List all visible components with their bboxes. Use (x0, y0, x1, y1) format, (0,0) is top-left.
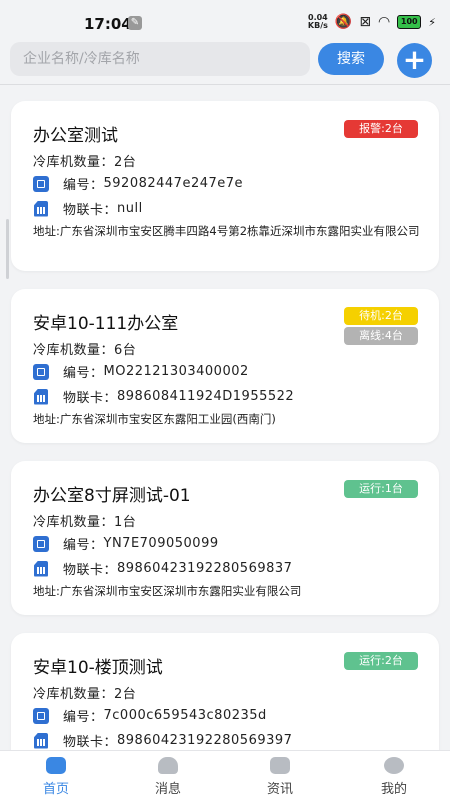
serial-row: 编号： YN7E709050099 (33, 534, 219, 553)
battery-icon: 100 (397, 15, 422, 29)
device-count-label: 冷库机数量： (33, 687, 115, 702)
device-count-label: 冷库机数量： (33, 515, 115, 530)
sim-label: 物联卡： (63, 203, 118, 218)
sim-value: 89860423192280569397 (117, 733, 293, 748)
search-button[interactable]: 搜索 (318, 43, 384, 75)
list-item[interactable]: 安卓10-111办公室 待机:2台 离线:4台 冷库机数量：6台 编号： MO22… (11, 289, 439, 443)
serial-value: 7c000c659543c80235d (103, 708, 267, 723)
device-count-value: 2台 (114, 155, 137, 170)
wrench-icon: ✎ (128, 16, 142, 30)
profile-icon (384, 757, 404, 774)
sim-label: 物联卡： (63, 735, 118, 750)
status-badge-running: 运行:2台 (344, 652, 418, 670)
message-icon (158, 757, 178, 774)
card-title: 办公室测试 (33, 126, 118, 146)
serial-label: 编号： (63, 710, 104, 725)
status-badge-alarm: 报警:2台 (344, 120, 418, 138)
card-title: 安卓10-楼顶测试 (33, 658, 163, 678)
serial-label: 编号： (63, 538, 104, 553)
sim-row: 物联卡： 89860423192280569837 (33, 559, 292, 578)
serial-value: YN7E709050099 (103, 536, 219, 551)
serial-label: 编号： (63, 178, 104, 193)
search-bar: 搜索 + (0, 40, 450, 82)
list-item[interactable]: 安卓10-楼顶测试 运行:2台 冷库机数量：2台 编号： 7c000c659543… (11, 633, 439, 750)
list-item[interactable]: 办公室8寸屏测试-01 运行:1台 冷库机数量：1台 编号： YN7E709050… (11, 461, 439, 615)
sim-card-icon (34, 732, 48, 749)
device-count: 冷库机数量：2台 (33, 151, 136, 170)
wifi-icon: ◠ (378, 14, 391, 30)
sim-label: 物联卡： (63, 391, 118, 406)
status-indicators: 0.04 KB/s 🔕 ⊠ ◠ 100 ⚡ (308, 14, 436, 30)
tab-profile[interactable]: 我的 (354, 751, 434, 801)
address: 地址:广东省深圳市宝安区东露阳工业园(西南门) (33, 412, 276, 426)
device-count: 冷库机数量：6台 (33, 339, 136, 358)
tab-news[interactable]: 资讯 (240, 751, 320, 801)
cold-storage-list[interactable]: 办公室测试 报警:2台 冷库机数量：2台 编号： 592082447e247e7e… (0, 85, 450, 750)
search-input[interactable] (10, 42, 310, 76)
sim-row: 物联卡： 898608411924D1955522 (33, 387, 294, 406)
status-badge-offline: 离线:4台 (344, 327, 418, 345)
sim-value: 898608411924D1955522 (117, 389, 295, 404)
network-speed-unit: KB/s (307, 21, 328, 30)
serial-value: MO22121303400002 (103, 364, 249, 379)
sim-value: 89860423192280569837 (117, 561, 293, 576)
serial-row: 编号： 592082447e247e7e (33, 174, 243, 193)
sim-row: 物联卡： 89860423192280569397 (33, 731, 292, 750)
sim-card-icon (34, 560, 48, 577)
address: 地址:广东省深圳市宝安区深圳市东露阳实业有限公司 (33, 584, 302, 598)
card-title: 安卓10-111办公室 (33, 314, 179, 334)
chip-icon (33, 535, 49, 552)
address: 地址:广东省深圳市宝安区腾丰四路4号第2栋靠近深圳市东露阳实业有限公司 (33, 224, 420, 238)
tab-messages[interactable]: 消息 (128, 751, 208, 801)
network-speed: 0.04 KB/s (308, 14, 328, 30)
status-badge-running: 运行:1台 (344, 480, 418, 498)
status-bar: 17:04 ✎ 0.04 KB/s 🔕 ⊠ ◠ 100 ⚡ (0, 0, 450, 40)
device-count: 冷库机数量：2台 (33, 683, 136, 702)
tab-messages-label: 消息 (154, 782, 181, 797)
news-icon (270, 757, 290, 774)
charging-icon: ⚡ (428, 15, 436, 29)
chip-icon (33, 363, 49, 380)
scrollbar[interactable] (6, 219, 9, 279)
device-count-label: 冷库机数量： (33, 343, 115, 358)
no-sim-icon: ⊠ (359, 14, 372, 30)
serial-label: 编号： (63, 366, 104, 381)
mute-icon: 🔕 (334, 14, 353, 30)
sim-value: null (117, 201, 143, 216)
sim-card-icon (34, 200, 48, 217)
list-item[interactable]: 办公室测试 报警:2台 冷库机数量：2台 编号： 592082447e247e7e… (11, 101, 439, 271)
sim-card-icon (34, 388, 48, 405)
serial-value: 592082447e247e7e (103, 176, 244, 191)
status-badge-standby: 待机:2台 (344, 307, 418, 325)
chip-icon (33, 707, 49, 724)
bottom-tab-bar: 首页 消息 资讯 我的 (0, 750, 450, 801)
tab-home-label: 首页 (42, 782, 69, 797)
sim-label: 物联卡： (63, 563, 118, 578)
add-button[interactable]: + (397, 43, 432, 78)
device-count-value: 2台 (114, 687, 137, 702)
chip-icon (33, 175, 49, 192)
device-count: 冷库机数量：1台 (33, 511, 136, 530)
sim-row: 物联卡： null (33, 199, 143, 218)
serial-row: 编号： MO22121303400002 (33, 362, 249, 381)
tab-news-label: 资讯 (266, 782, 293, 797)
tab-home[interactable]: 首页 (16, 751, 96, 801)
card-title: 办公室8寸屏测试-01 (33, 486, 191, 506)
status-time: 17:04 (84, 15, 132, 33)
device-count-value: 1台 (114, 515, 137, 530)
device-count-label: 冷库机数量： (33, 155, 115, 170)
home-icon (46, 757, 66, 774)
tab-profile-label: 我的 (380, 782, 407, 797)
device-count-value: 6台 (114, 343, 137, 358)
serial-row: 编号： 7c000c659543c80235d (33, 706, 267, 725)
